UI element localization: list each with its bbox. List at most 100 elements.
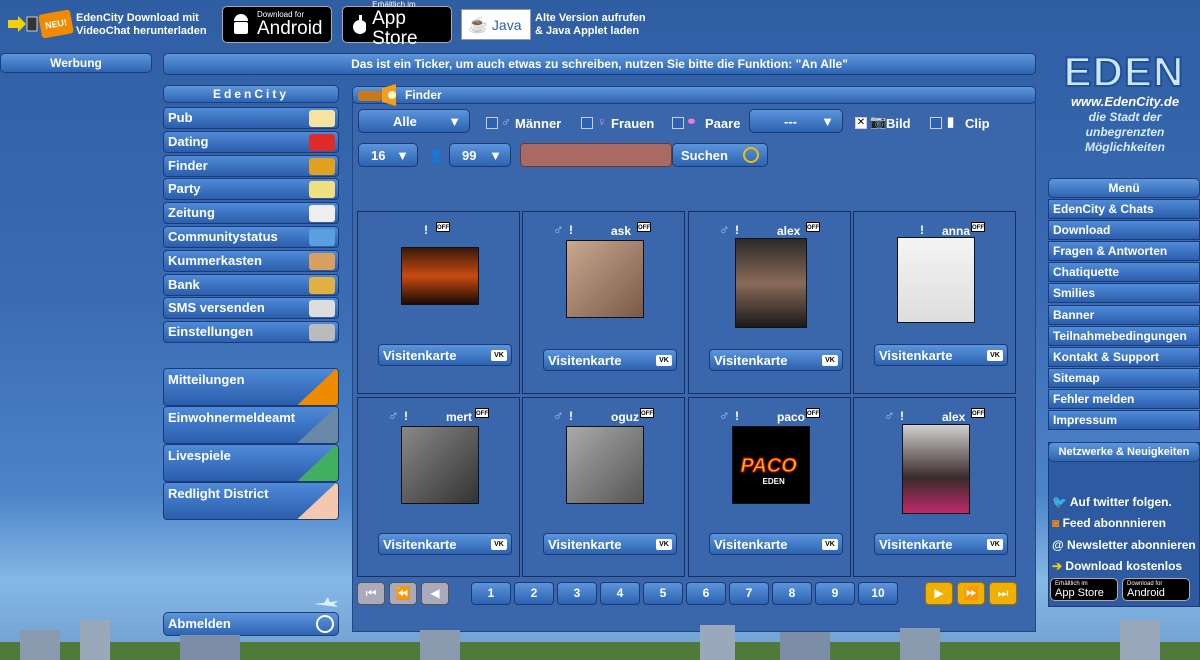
business-card-button[interactable]: Visitenkarte VK (378, 533, 512, 555)
status-marker: ! (900, 409, 904, 423)
search-input[interactable] (520, 143, 672, 167)
profile-name: oguz (611, 410, 639, 424)
feed-label: Feed abonnnieren (1062, 516, 1166, 530)
java-link[interactable]: Alte Version aufrufen & Java Applet lade… (535, 12, 675, 38)
android-small-button[interactable]: Download for Android (1122, 578, 1190, 601)
twitter-link[interactable]: 🐦 Auf twitter folgen. (1052, 495, 1172, 509)
sidebar-item-bank[interactable]: Bank (163, 273, 339, 296)
menu-item-impressum[interactable]: Impressum (1048, 410, 1200, 430)
promo-download-link[interactable]: EdenCity Download mit VideoChat herunter… (76, 12, 216, 38)
profile-card[interactable]: ♂! alex OFF Visitenkarte VK (853, 397, 1016, 577)
sidebar-title: EdenCity (163, 85, 339, 103)
profile-photo[interactable] (901, 424, 970, 514)
business-card-button[interactable]: Visitenkarte VK (543, 533, 677, 555)
film-icon: ▮ (947, 114, 955, 129)
menu-item-sitemap[interactable]: Sitemap (1048, 367, 1200, 388)
promo-line1: EdenCity Download mit (76, 12, 199, 24)
menu-item-smilies[interactable]: Smilies (1048, 283, 1200, 304)
business-card-button[interactable]: Visitenkarte VK (874, 533, 1008, 555)
profile-photo[interactable] (400, 247, 479, 305)
menu-item-edencity-chats[interactable]: EdenCity & Chats (1048, 199, 1200, 219)
age-to-select[interactable]: 99 ▼ (449, 143, 511, 167)
sidebar-item-dating[interactable]: Dating (163, 130, 339, 153)
java-button[interactable]: ☕ Java (461, 9, 531, 40)
age-from-select[interactable]: 16 ▼ (358, 143, 418, 167)
profile-photo[interactable] (565, 426, 644, 504)
profile-photo[interactable] (734, 238, 807, 328)
download-free-link[interactable]: ➔ Download kostenlos (1052, 559, 1182, 573)
business-card-button[interactable]: Visitenkarte VK (709, 533, 843, 555)
menu-item-kontakt-support[interactable]: Kontakt & Support (1048, 346, 1200, 367)
status-marker: ! (569, 223, 573, 237)
profile-photo[interactable] (565, 240, 644, 318)
menu-item-banner[interactable]: Banner (1048, 304, 1200, 325)
android-download-button[interactable]: Download for Android (222, 6, 332, 43)
male-icon: ♂ (553, 407, 564, 423)
sidebar-item-mitteilungen[interactable]: Mitteilungen (163, 368, 339, 406)
paco-logo-sub: EDEN (762, 477, 785, 486)
sidebar-item-label: Finder (168, 157, 208, 173)
menu-item-teilnahmebedingungen[interactable]: Teilnahmebedingungen (1048, 325, 1200, 346)
profile-card[interactable]: ♂! ask OFF Visitenkarte VK (522, 211, 685, 394)
option-select[interactable]: --- ▼ (749, 109, 843, 133)
profile-photo[interactable] (400, 426, 479, 504)
sidebar-item-sms-versenden[interactable]: SMS versenden (163, 297, 339, 320)
picture-checkbox[interactable]: ✕ (855, 117, 867, 129)
profile-card[interactable]: ! OFF Visitenkarte VK (357, 211, 520, 394)
profile-name: ask (611, 224, 632, 238)
appstore-small-button[interactable]: Erhältlich im App Store (1050, 578, 1118, 601)
sidebar-item-label: Party (168, 181, 201, 197)
menu-item-fehler-melden[interactable]: Fehler melden (1048, 388, 1200, 409)
eden-logo[interactable]: EDEN (1062, 49, 1186, 95)
sidebar-item-label: Redlight District (168, 486, 269, 501)
women-label: Frauen (611, 116, 655, 131)
profile-card[interactable]: ♂! mert OFF Visitenkarte VK (357, 397, 520, 577)
profile-card[interactable]: ♂! oguz OFF Visitenkarte VK (522, 397, 685, 577)
sidebar-item-einstellungen[interactable]: Einstellungen (163, 321, 339, 344)
men-checkbox[interactable] (486, 117, 498, 129)
sidebar-item-party[interactable]: Party (163, 178, 339, 201)
search-label: Suchen (681, 147, 728, 163)
download-icon (8, 14, 38, 34)
business-card-button[interactable]: Visitenkarte VK (874, 344, 1008, 366)
menu-item-chatiquette[interactable]: Chatiquette (1048, 262, 1200, 283)
women-checkbox[interactable] (581, 117, 593, 129)
clip-checkbox[interactable] (930, 117, 942, 129)
male-icon: ♂ (884, 407, 895, 423)
vk-icon: VK (822, 539, 838, 550)
profile-card[interactable]: ♂! paco OFF PACO EDEN Visitenkarte VK (688, 397, 851, 577)
menu-item-download[interactable]: Download (1048, 220, 1200, 241)
business-card-button[interactable]: Visitenkarte VK (709, 349, 843, 371)
profile-card[interactable]: ♂! alex OFF Visitenkarte VK (688, 211, 851, 394)
vk-icon: VK (656, 539, 672, 550)
newsletter-link[interactable]: @ Newsletter abonnieren (1052, 538, 1196, 552)
sidebar-item-einwohnermeldeamt[interactable]: Einwohnermeldeamt (163, 406, 339, 444)
couples-label: Paare (705, 116, 741, 131)
category-select[interactable]: Alle ▼ (358, 109, 470, 133)
business-card-button[interactable]: Visitenkarte VK (543, 349, 677, 371)
couples-checkbox[interactable] (672, 117, 684, 129)
sidebar-item-finder[interactable]: Finder (163, 154, 339, 177)
sidebar-item-label: Dating (168, 133, 209, 149)
online-status-badge: OFF (806, 408, 820, 418)
java-line1: Alte Version aufrufen (535, 12, 646, 24)
feed-link[interactable]: ◙ Feed abonnnieren (1052, 516, 1166, 530)
sidebar-item-kummerkasten[interactable]: Kummerkasten (163, 249, 339, 272)
profile-name: alex (777, 224, 801, 238)
online-status-badge: OFF (436, 222, 450, 232)
profile-card[interactable]: ! anna OFF Visitenkarte VK (853, 211, 1016, 394)
sidebar-item-redlight-district[interactable]: Redlight District (163, 482, 339, 520)
sidebar-item-communitystatus[interactable]: Communitystatus (163, 226, 339, 248)
profile-name: mert (446, 410, 473, 424)
profile-photo[interactable]: PACO EDEN (731, 426, 810, 504)
sidebar-item-pub[interactable]: Pub (163, 107, 339, 129)
chevron-down-icon: ▼ (396, 147, 409, 163)
sidebar-item-label: Bank (168, 276, 200, 292)
appstore-button[interactable]: Erhältlich im App Store (342, 0, 452, 49)
sidebar-item-zeitung[interactable]: Zeitung (163, 202, 339, 225)
profile-photo[interactable] (896, 237, 975, 323)
business-card-button[interactable]: Visitenkarte VK (378, 344, 512, 366)
sidebar-item-livespiele[interactable]: Livespiele (163, 444, 339, 482)
menu-item-fragen-antworten[interactable]: Fragen & Antworten (1048, 241, 1200, 262)
search-button[interactable]: Suchen (672, 143, 768, 167)
